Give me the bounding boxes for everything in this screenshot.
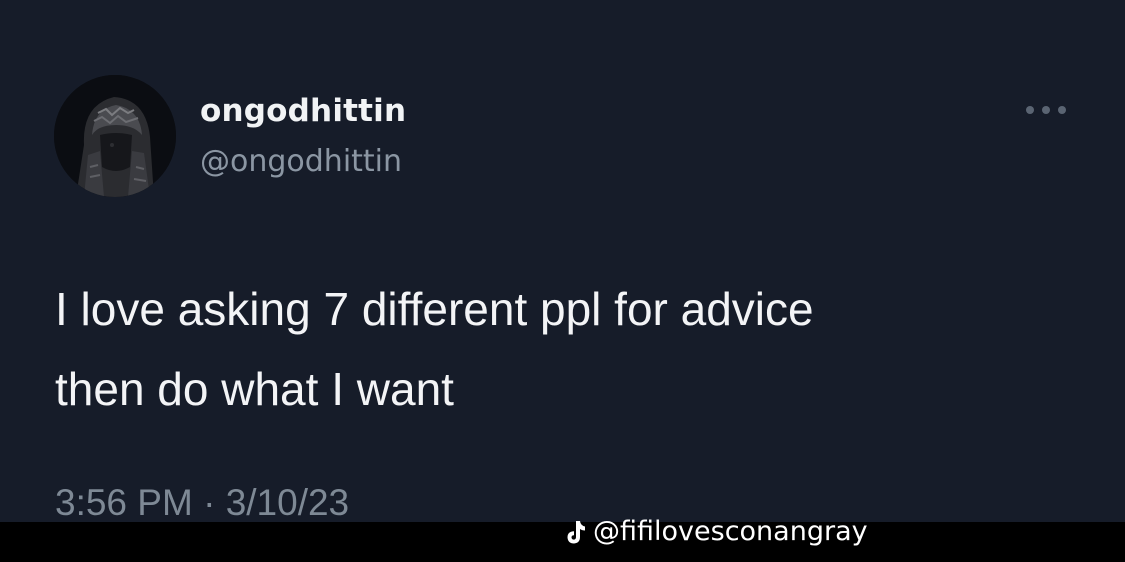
tweet-text-line: I love asking 7 different ppl for advice: [55, 283, 814, 335]
watermark: @fifilovesconangray: [563, 516, 868, 547]
tweet-text-line: then do what I want: [55, 363, 454, 415]
more-dot: [1042, 106, 1050, 114]
more-dot: [1058, 106, 1066, 114]
user-handle[interactable]: @ongodhittin: [200, 144, 402, 179]
tweet-time: 3:56 PM: [55, 482, 193, 522]
tweet-card: ongodhittin @ongodhittin I love asking 7…: [0, 0, 1125, 522]
meta-separator: ·: [203, 482, 216, 522]
more-dot: [1026, 106, 1034, 114]
more-options-icon[interactable]: [1024, 98, 1068, 122]
avatar[interactable]: [54, 75, 176, 197]
avatar-image: [54, 75, 176, 197]
tweet-date: 3/10/23: [225, 482, 350, 522]
tweet-text: I love asking 7 different ppl for advice…: [55, 269, 1095, 429]
tweet-timestamp[interactable]: 3:56 PM · 3/10/23: [55, 481, 349, 522]
watermark-text: @fifilovesconangray: [593, 516, 868, 547]
display-name[interactable]: ongodhittin: [200, 93, 406, 129]
tiktok-icon: [567, 520, 585, 543]
